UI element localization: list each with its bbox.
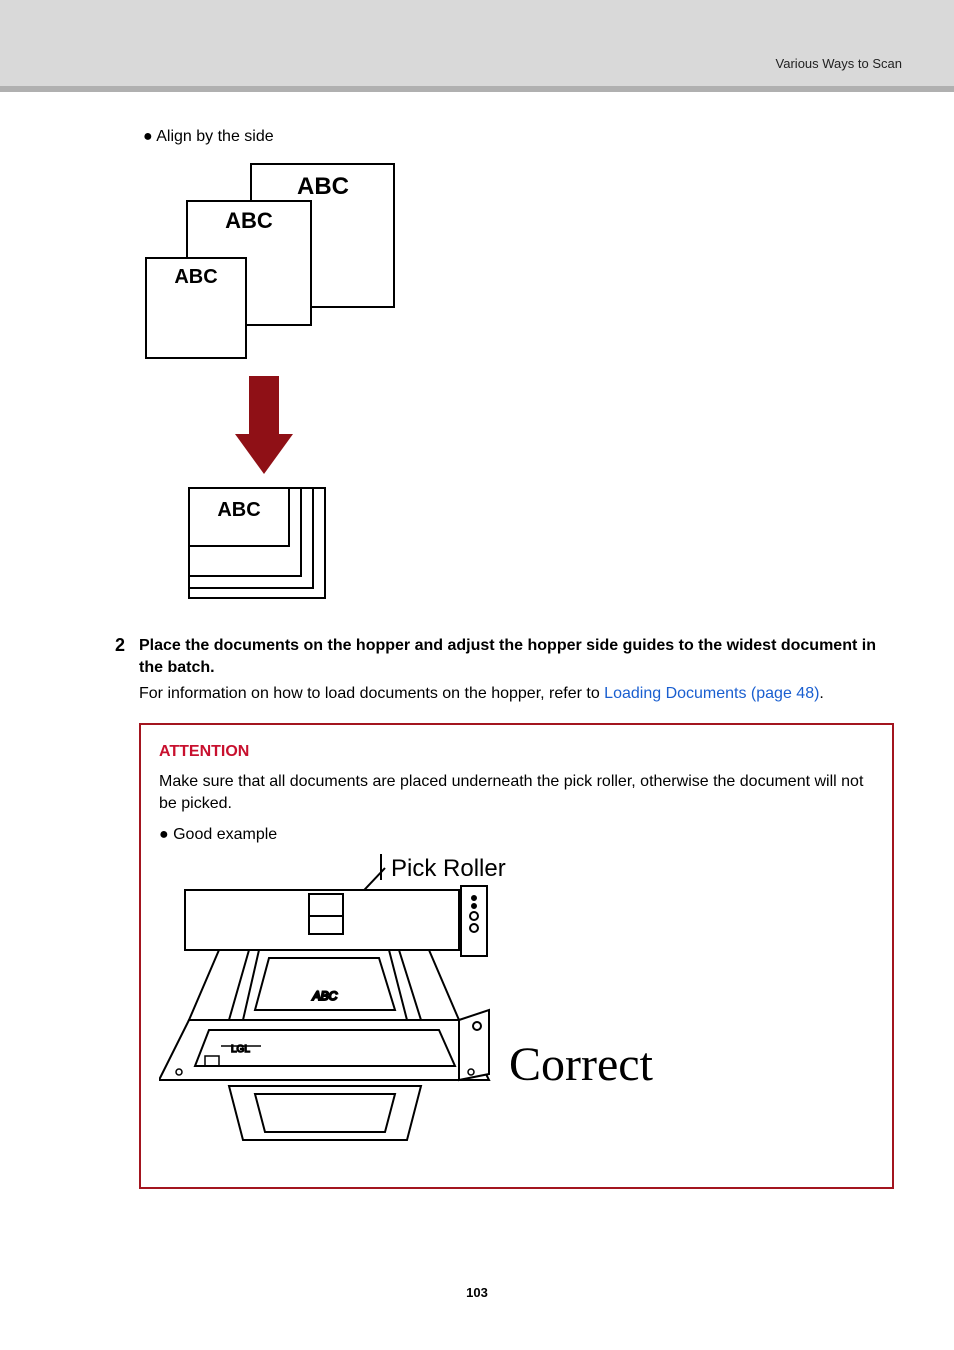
header-accent — [0, 86, 954, 92]
header-band: Various Ways to Scan — [0, 0, 954, 92]
attention-box: ATTENTION Make sure that all documents a… — [139, 723, 894, 1189]
good-example-label: ● Good example — [159, 826, 874, 844]
step-text-before: For information on how to load documents… — [139, 685, 604, 702]
attention-heading: ATTENTION — [159, 743, 874, 761]
diagram-align-side: ABC ABC ABC ABC — [143, 158, 894, 613]
step-text-after: . — [819, 685, 823, 702]
bullet-align-side: ● Align by the side — [143, 128, 894, 146]
abc-label: ABC — [297, 173, 349, 200]
attention-body: Make sure that all documents are placed … — [159, 771, 874, 816]
abc-label: ABC — [217, 499, 260, 521]
step-text: For information on how to load documents… — [139, 682, 894, 705]
abc-label: ABC — [225, 208, 273, 233]
arrow-down-icon — [235, 376, 293, 474]
step-2: 2 Place the documents on the hopper and … — [115, 635, 894, 1189]
svg-text:LGL: LGL — [231, 1044, 250, 1055]
page-number: 103 — [0, 1285, 954, 1300]
abc-label: ABC — [174, 266, 217, 288]
abc-label: ABC — [312, 989, 338, 1003]
loading-documents-link[interactable]: Loading Documents (page 48) — [604, 685, 819, 702]
content-area: ● Align by the side ABC ABC ABC ABC 2 — [0, 92, 954, 1189]
breadcrumb: Various Ways to Scan — [776, 56, 902, 71]
step-number: 2 — [115, 635, 139, 1189]
pick-roller-label: Pick Roller — [391, 855, 506, 882]
diagram-scanner-correct: Pick Roller — [159, 850, 874, 1175]
correct-label: Correct — [509, 1038, 654, 1091]
step-title: Place the documents on the hopper and ad… — [139, 635, 894, 680]
